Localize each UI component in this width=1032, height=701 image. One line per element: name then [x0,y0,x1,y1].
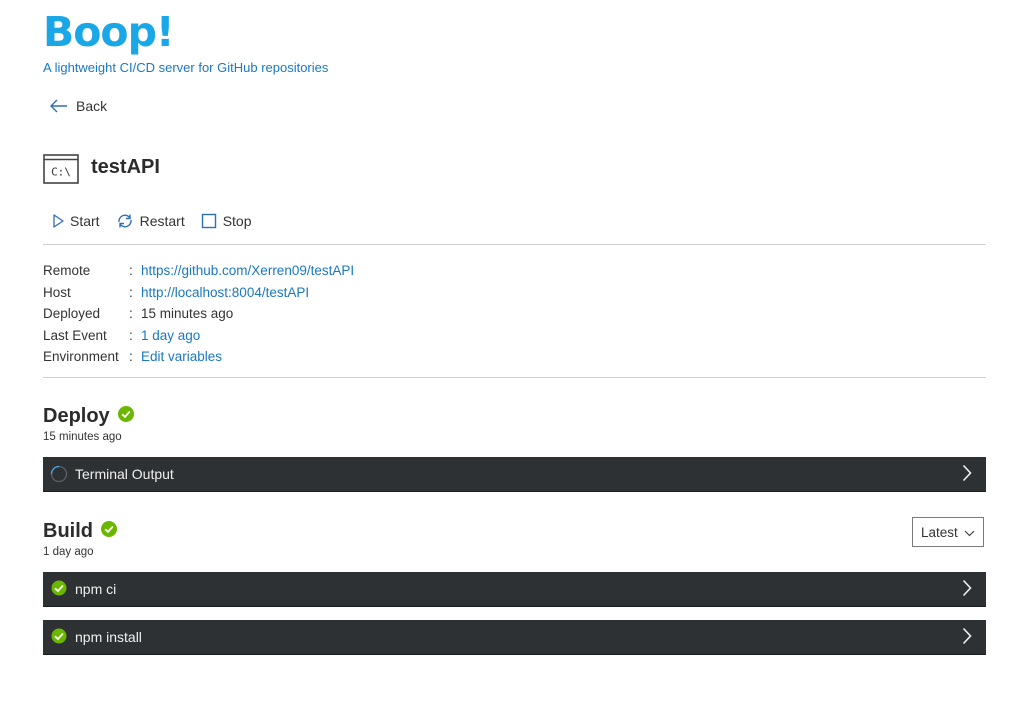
chevron-right-icon [962,627,972,648]
back-label: Back [76,98,108,114]
build-heading: Build [43,520,117,543]
build-step-npm-install[interactable]: npm install [43,620,986,655]
restart-button[interactable]: Restart [116,213,185,229]
build-version-value: Latest [921,524,958,540]
last-event-link[interactable]: 1 day ago [141,325,200,347]
detail-row-environment: Environment : Edit variables [43,346,354,368]
build-time: 1 day ago [43,546,94,558]
detail-separator: : [129,263,133,278]
divider [43,244,986,245]
start-button[interactable]: Start [52,213,100,229]
deploy-title: Deploy [43,405,110,427]
detail-key: Host [43,284,71,300]
detail-key: Deployed [43,306,101,321]
success-check-icon [50,580,68,598]
deploy-step-terminal-output[interactable]: Terminal Output [43,457,986,492]
success-check-icon [117,405,134,428]
detail-separator: : [129,306,133,321]
detail-row-remote: Remote : https://github.com/Xerren09/tes… [43,260,354,282]
console-icon: C:\ [43,154,79,184]
remote-url-link[interactable]: https://github.com/Xerren09/testAPI [141,260,354,282]
restart-icon [116,213,134,229]
repo-details: Remote : https://github.com/Xerren09/tes… [43,260,354,368]
stop-icon [201,213,217,229]
deploy-time: 15 minutes ago [43,431,122,443]
detail-separator: : [129,349,133,364]
detail-separator: : [129,284,133,300]
success-check-icon [50,628,68,646]
step-label: Terminal Output [75,466,174,482]
chevron-down-icon [964,525,975,540]
build-title: Build [43,520,93,542]
divider [43,377,986,378]
detail-row-deployed: Deployed : 15 minutes ago [43,303,354,325]
detail-key: Environment [43,349,119,364]
detail-key: Last Event [43,327,107,343]
back-button[interactable]: Back [50,98,107,114]
build-step-npm-ci[interactable]: npm ci [43,572,986,607]
deployed-time: 15 minutes ago [141,306,234,321]
play-icon [52,214,64,228]
host-url-link[interactable]: http://localhost:8004/testAPI [141,282,309,304]
detail-row-host: Host : http://localhost:8004/testAPI [43,282,354,304]
stop-button[interactable]: Stop [201,213,252,229]
console-icon-text: C:\ [51,166,71,179]
arrow-left-icon [50,99,68,113]
loading-spinner-icon [50,465,68,483]
detail-key: Remote [43,263,91,278]
restart-label: Restart [139,213,185,229]
app-title: Boop! [43,8,175,56]
app-tagline: A lightweight CI/CD server for GitHub re… [43,60,329,75]
page: Boop! A lightweight CI/CD server for Git… [0,0,1032,701]
step-label: npm install [75,629,142,645]
detail-separator: : [129,327,133,343]
action-toolbar: Start Restart Stop [52,213,252,229]
stop-label: Stop [222,213,252,229]
edit-variables-link[interactable]: Edit variables [141,346,222,368]
chevron-right-icon [962,579,972,600]
repo-name: testAPI [91,156,160,178]
detail-row-last-event: Last Event : 1 day ago [43,325,354,347]
start-label: Start [70,213,100,229]
chevron-right-icon [962,464,972,485]
build-version-select[interactable]: Latest [912,517,984,547]
deploy-heading: Deploy [43,405,134,428]
success-check-icon [101,520,117,543]
step-label: npm ci [75,581,117,597]
